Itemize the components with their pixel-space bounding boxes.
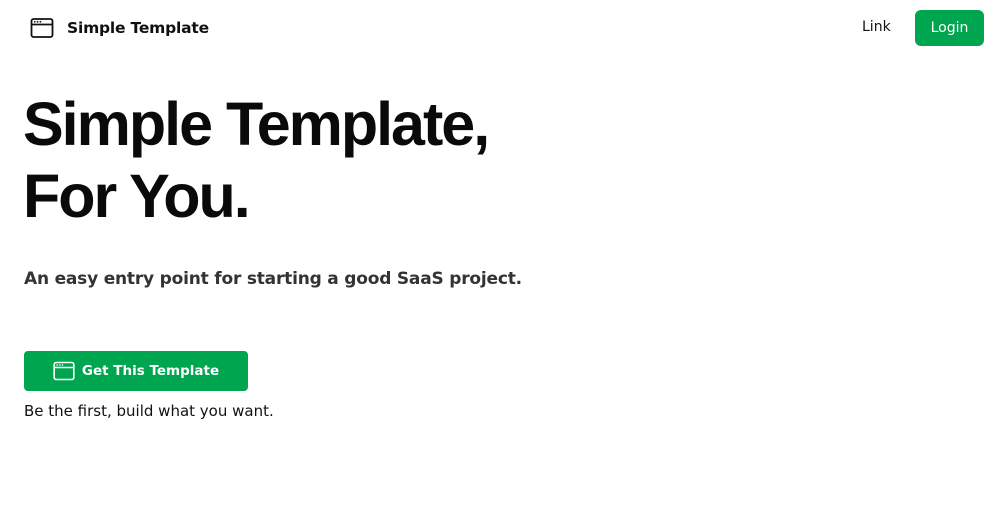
nav-link[interactable]: Link	[862, 19, 891, 35]
hero-title-line-1: Simple Template,	[23, 90, 490, 158]
login-button[interactable]: Login	[915, 10, 984, 46]
hero-tagline: Be the first, build what you want.	[24, 402, 274, 420]
hero-title-line-2: For You.	[23, 162, 251, 230]
navbar: Simple Template Link Login	[0, 0, 998, 56]
get-template-label: Get This Template	[81, 363, 220, 379]
brand-home-link[interactable]: Simple Template	[30, 16, 209, 40]
browser-window-icon	[53, 361, 75, 381]
hero-subtitle: An easy entry point for starting a good …	[24, 269, 522, 289]
get-template-button[interactable]: Get This Template	[24, 351, 248, 391]
hero-title: Simple Template, For You.	[23, 88, 490, 232]
browser-window-icon	[30, 17, 54, 39]
brand-name: Simple Template	[67, 19, 209, 37]
